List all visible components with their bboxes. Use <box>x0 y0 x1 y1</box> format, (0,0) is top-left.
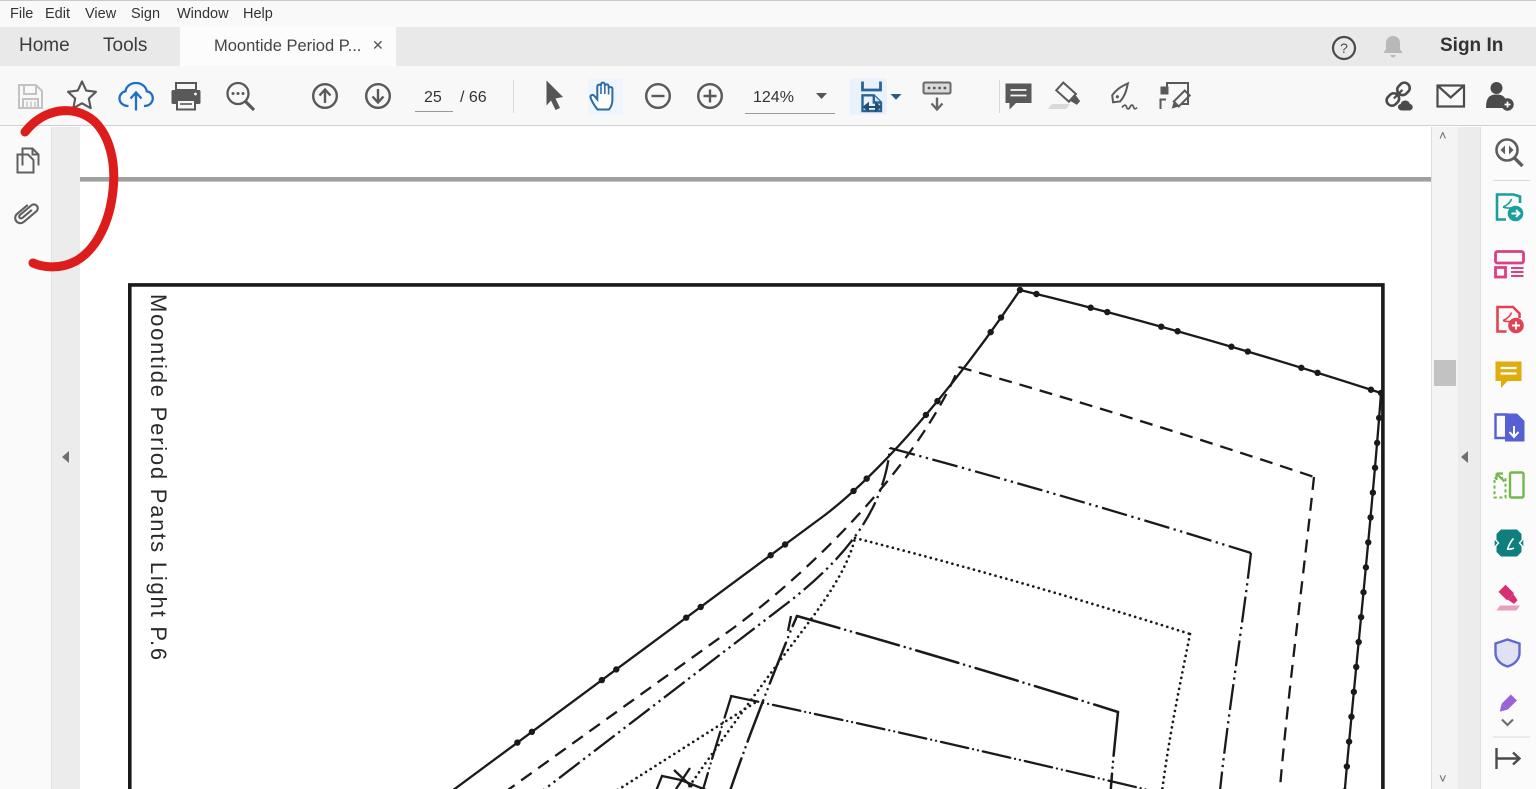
svg-text:?: ? <box>1340 40 1348 56</box>
